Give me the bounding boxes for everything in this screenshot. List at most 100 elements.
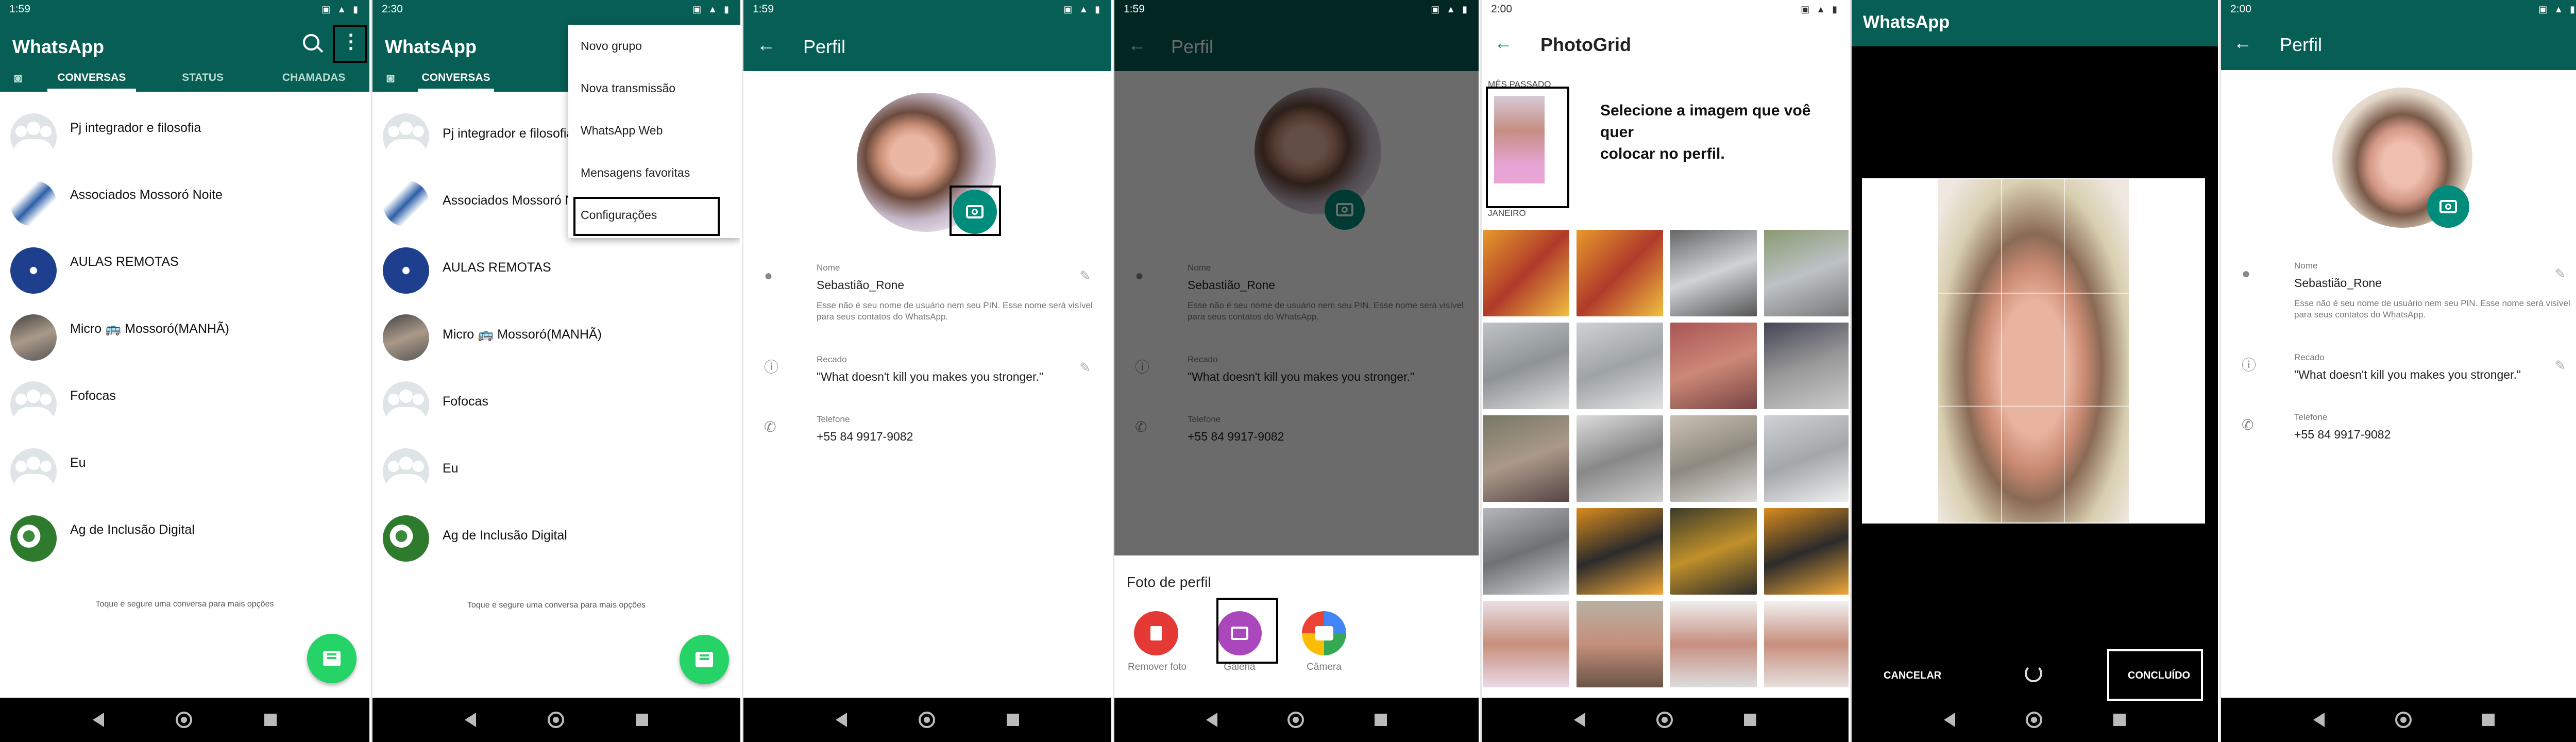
photo-thumbnail[interactable] [1483,601,1569,687]
back-nav-icon[interactable] [1574,713,1585,727]
photo-thumbnail[interactable] [1764,508,1849,595]
recents-nav-icon[interactable] [2113,714,2126,726]
tab-conversas[interactable]: CONVERSAS [409,64,503,92]
chat-row[interactable]: AULAS REMOTAS [383,237,740,304]
back-nav-icon[interactable] [836,713,848,727]
chat-row[interactable]: Ag de Inclusão Digital [383,505,740,572]
phone-label: Telefone [817,414,850,424]
back-nav-icon[interactable] [92,713,104,727]
chat-row[interactable]: Micro 🚌 Mossoró(MANHÃ) [10,304,369,371]
photo-thumbnail[interactable] [1764,230,1849,316]
chat-name: Micro 🚌 Mossoró(MANHÃ) [443,327,602,342]
chat-row[interactable]: Eu [10,438,369,505]
person-icon: ● [2242,265,2250,281]
photo-thumbnail[interactable] [1483,508,1569,595]
edit-about-icon[interactable]: ✎ [2554,358,2566,374]
photo-thumbnail[interactable] [1483,415,1569,502]
edit-about-icon[interactable]: ✎ [1079,360,1091,376]
new-chat-button[interactable] [307,634,357,683]
chat-row[interactable]: Fofocas [10,371,369,438]
tab-status[interactable]: STATUS [147,64,259,92]
nav-bar [1852,698,2218,742]
crop-grid[interactable] [1937,178,2130,524]
recents-nav-icon[interactable] [1744,714,1756,726]
chat-row[interactable]: Eu [383,438,740,505]
photo-thumbnail[interactable] [1670,323,1757,409]
edit-name-icon[interactable]: ✎ [1079,268,1091,284]
recents-nav-icon[interactable] [1374,714,1387,726]
person-icon: ● [764,267,773,283]
photo-thumbnail[interactable] [1764,323,1849,409]
recents-nav-icon[interactable] [264,714,277,726]
photo-thumbnail[interactable] [1670,601,1757,687]
photo-thumbnail[interactable] [1670,230,1757,316]
photo-thumbnail[interactable] [1577,323,1663,409]
menu-item-whatsapp-web[interactable]: WhatsApp Web [568,109,740,151]
chat-icon [696,652,713,667]
highlight-thumbnail [1486,87,1569,208]
home-nav-icon[interactable] [2026,712,2043,728]
recents-nav-icon[interactable] [2482,714,2495,726]
photo-thumbnail[interactable] [1483,323,1569,409]
nav-bar [1114,698,1479,742]
caption-line: Selecione a imagem que voê [1600,102,1811,119]
home-nav-icon[interactable] [1656,712,1673,728]
photo-grid [1483,230,1849,687]
photo-thumbnail[interactable] [1764,415,1849,502]
back-nav-icon[interactable] [1943,713,1955,727]
app-title: PhotoGrid [1540,34,1631,55]
photo-thumbnail[interactable] [1577,508,1663,595]
home-nav-icon[interactable] [2395,712,2412,728]
camera-option[interactable]: Câmera [1301,611,1347,673]
highlight-gallery [1216,598,1278,664]
photo-thumbnail[interactable] [1764,601,1849,687]
phone-icon: ✆ [764,419,776,435]
cancel-button[interactable]: CANCELAR [1884,670,1941,682]
edit-name-icon[interactable]: ✎ [2554,266,2566,282]
home-nav-icon[interactable] [918,712,935,728]
recents-nav-icon[interactable] [635,714,648,726]
back-arrow-icon[interactable]: ← [1494,32,1513,54]
screen-profile: 1:59 ▣ ▲ ▮ ← Perfil ● Nome Sebastião_Rone… [742,0,1111,742]
dim-overlay[interactable] [1114,0,1479,555]
photo-thumbnail[interactable] [1577,601,1663,687]
back-nav-icon[interactable] [1206,713,1218,727]
camera-icon[interactable]: ◙ [0,70,36,86]
back-arrow-icon[interactable]: ← [757,34,775,56]
photo-thumbnail[interactable] [1577,230,1663,316]
recents-nav-icon[interactable] [1006,714,1019,726]
tab-conversas[interactable]: CONVERSAS [36,64,147,92]
change-photo-button[interactable] [2427,185,2469,228]
menu-item-novo-grupo[interactable]: Novo grupo [568,25,740,67]
status-bar: 2:30 ▣ ▲ ▮ [372,0,740,19]
chat-row[interactable]: Ag de Inclusão Digital [10,505,369,572]
tab-chamadas[interactable]: CHAMADAS [258,64,369,92]
chat-name: Ag de Inclusão Digital [70,522,195,537]
home-nav-icon[interactable] [1287,712,1304,728]
photo-thumbnail[interactable] [1483,230,1569,316]
photo-thumbnail[interactable] [1577,415,1663,502]
remove-photo-option[interactable]: Remover foto [1128,611,1187,673]
home-nav-icon[interactable] [176,712,193,728]
name-label: Nome [2294,261,2318,271]
back-arrow-icon[interactable]: ← [2233,32,2252,54]
menu-item-nova-transmissao[interactable]: Nova transmissão [568,67,740,109]
chat-row[interactable]: Associados Mossoró Noite [10,170,369,237]
photo-thumbnail[interactable] [1670,415,1757,502]
chat-row[interactable]: Fofocas [383,371,740,438]
about-label: Recado [817,355,847,364]
rotate-icon[interactable] [2025,665,2042,682]
home-nav-icon[interactable] [547,712,564,728]
menu-item-mensagens-favoritas[interactable]: Mensagens favoritas [568,151,740,194]
about-field: ⓘ Recado "What doesn't kill you makes yo… [764,355,1091,391]
back-nav-icon[interactable] [2313,713,2325,727]
highlight-configuracoes [573,197,720,236]
chat-row[interactable]: Pj integrador e filosofia [10,103,369,170]
back-nav-icon[interactable] [465,713,477,727]
chat-row[interactable]: Micro 🚌 Mossoró(MANHÃ) [383,304,740,371]
new-chat-button[interactable] [680,635,729,684]
chat-row[interactable]: AULAS REMOTAS [10,237,369,304]
camera-icon[interactable]: ◙ [372,70,409,86]
chat-name: Fofocas [70,388,116,403]
photo-thumbnail[interactable] [1670,508,1757,595]
